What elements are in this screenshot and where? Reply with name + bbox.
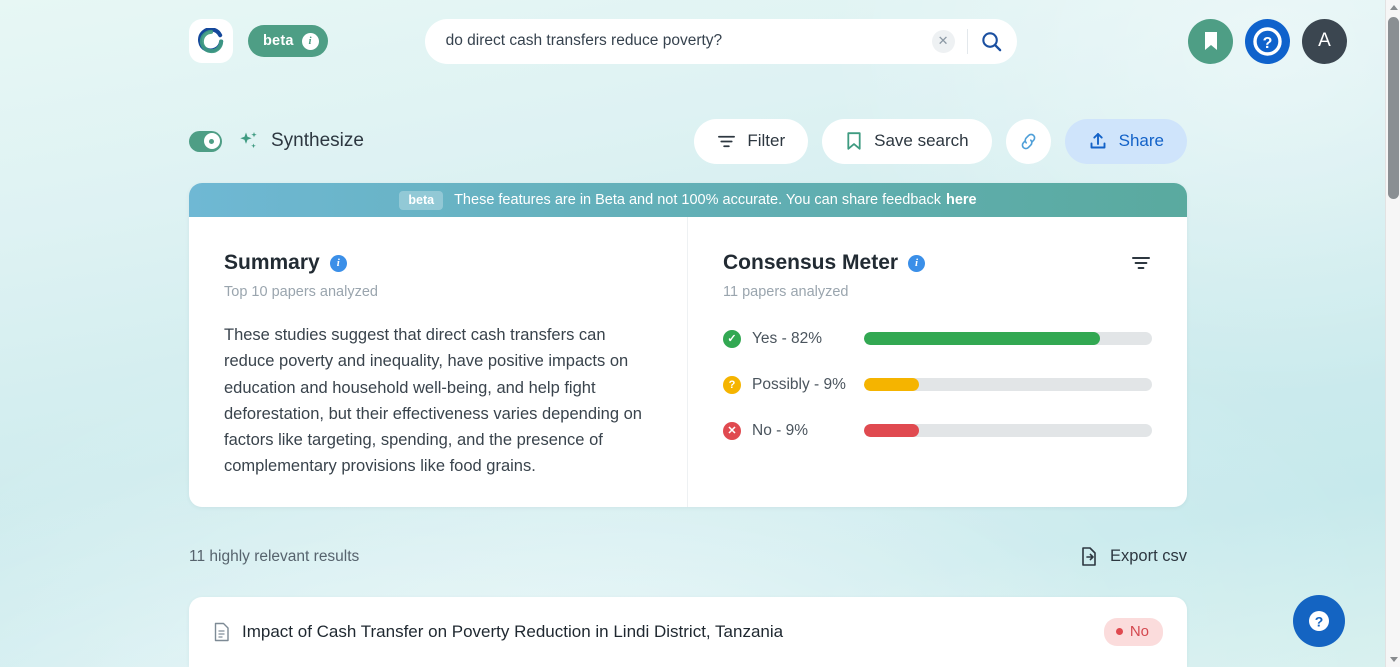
consensus-subtitle: 11 papers analyzed xyxy=(723,284,849,300)
bookmark-icon xyxy=(1204,32,1217,50)
summary-info-icon[interactable]: i xyxy=(329,254,347,272)
beta-badge[interactable]: beta i xyxy=(248,25,328,57)
card-body: Summary i Top 10 papers analyzed These s… xyxy=(189,217,1187,507)
beta-info-icon[interactable]: i xyxy=(301,32,319,50)
consensus-row-possibly-fill xyxy=(864,378,919,391)
result-title[interactable]: Impact of Cash Transfer on Poverty Reduc… xyxy=(242,622,783,642)
consensus-rows: ✓ Yes - 82% ? Possibly - 9% ✕ No - 9% xyxy=(723,324,1152,445)
synthesize-toggle[interactable] xyxy=(189,130,222,152)
consensus-header: Consensus Meter i xyxy=(723,251,1152,275)
link-icon xyxy=(1018,131,1039,152)
document-icon xyxy=(213,622,230,642)
share-button-label: Share xyxy=(1118,131,1164,150)
status-dot-icon xyxy=(1115,628,1123,635)
user-avatar[interactable]: A xyxy=(1302,18,1347,64)
sparkle-icon xyxy=(238,130,260,152)
export-csv-button[interactable]: Export csv xyxy=(1080,546,1187,567)
avatar-initial: A xyxy=(1318,30,1331,51)
svg-text:?: ? xyxy=(1315,614,1324,630)
filter-sort-icon xyxy=(1132,257,1150,269)
filter-icon xyxy=(717,132,736,151)
consensus-row-yes-fill xyxy=(864,332,1101,345)
filter-button[interactable]: Filter xyxy=(694,118,809,164)
export-csv-label: Export csv xyxy=(1109,547,1187,565)
beta-banner-tag: beta xyxy=(399,190,444,210)
summary-header: Summary i xyxy=(224,251,652,275)
synthesize-toggle-knob xyxy=(203,133,220,149)
results-header: 11 highly relevant results Export csv xyxy=(189,546,1187,567)
consensus-meter-panel: Consensus Meter i 11 papers analyzed ✓ Y… xyxy=(688,217,1187,507)
search-icon xyxy=(982,31,1002,51)
consensus-row-possibly: ? Possibly - 9% xyxy=(723,370,1152,399)
floating-help-button[interactable]: ? xyxy=(1293,595,1345,647)
status-badge-label: No xyxy=(1129,623,1149,640)
summary-panel: Summary i Top 10 papers analyzed These s… xyxy=(189,217,688,507)
consensus-sort-button[interactable] xyxy=(1130,252,1152,274)
consensus-row-yes: ✓ Yes - 82% xyxy=(723,324,1152,353)
consensus-row-no-label: No - 9% xyxy=(752,421,808,439)
check-icon: ✓ xyxy=(723,329,741,348)
consensus-title: Consensus Meter xyxy=(723,251,899,274)
scroll-down-arrow-icon[interactable] xyxy=(1386,652,1400,667)
page-container: beta i ✕ xyxy=(0,0,1385,667)
consensus-logo-icon xyxy=(197,27,223,53)
result-row[interactable]: Impact of Cash Transfer on Poverty Reduc… xyxy=(189,597,1187,667)
bookmarks-button[interactable] xyxy=(1188,18,1233,64)
beta-banner: beta These features are in Beta and not … xyxy=(189,183,1187,217)
consensus-row-no: ✕ No - 9% xyxy=(723,416,1152,445)
help-icon: ? xyxy=(1253,26,1282,56)
close-icon: ✕ xyxy=(723,421,741,440)
save-search-button[interactable]: Save search xyxy=(822,118,992,164)
consensus-row-possibly-label: Possibly - 9% xyxy=(752,375,846,393)
scroll-up-arrow-icon[interactable] xyxy=(1386,0,1400,15)
consensus-row-no-track xyxy=(864,424,1152,437)
svg-text:?: ? xyxy=(1263,35,1273,52)
share-button[interactable]: Share xyxy=(1064,118,1187,164)
search-submit-button[interactable] xyxy=(979,28,1005,54)
summary-subtitle: Top 10 papers analyzed xyxy=(224,284,378,300)
upload-share-icon xyxy=(1088,131,1108,151)
question-icon: ? xyxy=(723,375,741,394)
header-help-button[interactable]: ? xyxy=(1245,18,1290,64)
scrollbar-thumb[interactable] xyxy=(1388,17,1399,199)
save-search-label: Save search xyxy=(874,131,969,150)
search-divider xyxy=(966,28,968,54)
clear-search-button[interactable]: ✕ xyxy=(931,29,955,53)
beta-banner-text: These features are in Beta and not 100% … xyxy=(454,192,941,208)
help-circle-icon: ? xyxy=(1309,611,1329,631)
consensus-info-icon[interactable]: i xyxy=(908,254,926,272)
summary-title: Summary xyxy=(224,251,320,274)
search-bar[interactable]: ✕ xyxy=(424,18,1017,64)
beta-badge-label: beta xyxy=(263,33,294,49)
summary-body-text: These studies suggest that direct cash t… xyxy=(224,326,642,476)
consensus-row-no-fill xyxy=(864,424,919,437)
export-file-icon xyxy=(1080,546,1099,567)
beta-feedback-link[interactable]: here xyxy=(946,192,977,208)
filter-button-label: Filter xyxy=(747,131,786,150)
app-root: beta i ✕ xyxy=(0,0,1400,667)
results-count-label: 11 highly relevant results xyxy=(189,547,360,565)
bookmark-outline-icon xyxy=(845,131,863,151)
action-toolbar: Synthesize Filter Save search Share xyxy=(189,118,1187,164)
synthesize-label: Synthesize xyxy=(271,130,364,151)
vertical-scrollbar[interactable] xyxy=(1385,0,1400,667)
consensus-row-possibly-track xyxy=(864,378,1152,391)
copy-link-button[interactable] xyxy=(1005,118,1051,164)
status-badge: No xyxy=(1103,618,1163,646)
synthesize-card: beta These features are in Beta and not … xyxy=(189,183,1187,507)
top-bar: beta i ✕ xyxy=(0,0,1385,82)
search-input[interactable] xyxy=(445,32,932,50)
consensus-row-yes-label: Yes - 82% xyxy=(752,329,823,347)
consensus-row-yes-track xyxy=(864,332,1152,345)
app-logo[interactable] xyxy=(189,19,233,63)
